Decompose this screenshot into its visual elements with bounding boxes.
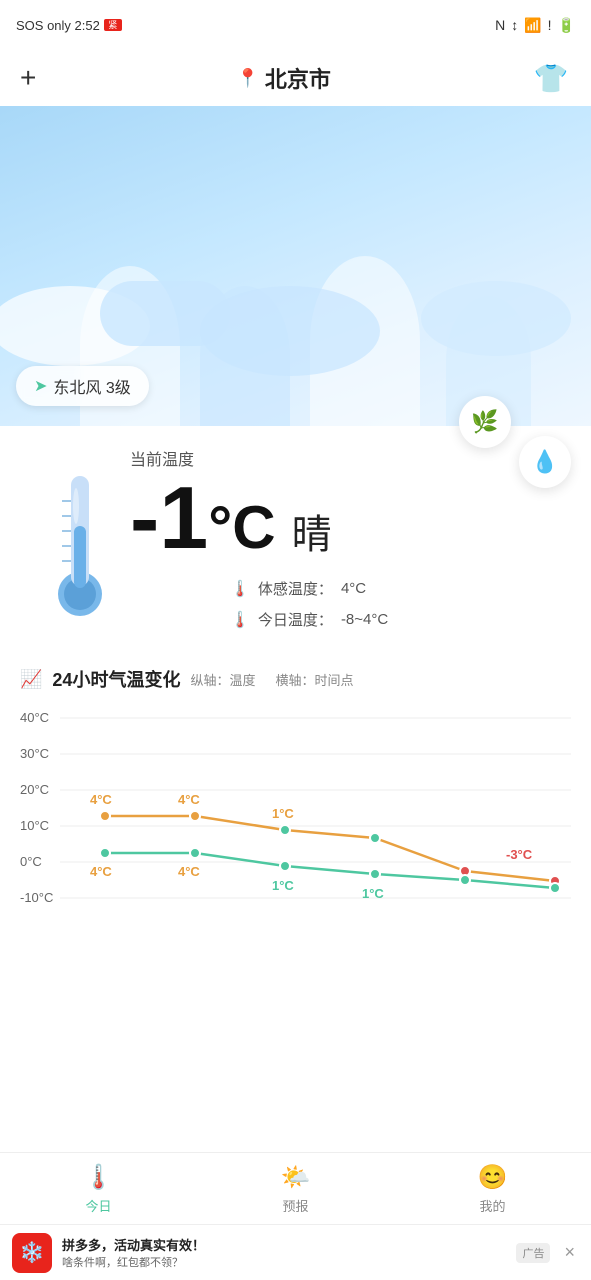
ad-icon: ❄️ (12, 1233, 52, 1273)
today-nav-icon: 🌡️ (84, 1163, 114, 1192)
ad-brand-icon: ❄️ (20, 1240, 45, 1265)
svg-text:-3°C: -3°C (506, 847, 533, 862)
temp-row: -1°C 晴 (130, 474, 571, 562)
wind-direction-icon: ➤ (34, 376, 47, 396)
weather-description: 晴 (292, 502, 332, 560)
thermometer (40, 456, 120, 621)
bottom-nav: 🌡️ 今日 🌤️ 预报 😊 我的 (0, 1152, 591, 1224)
today-nav-label: 今日 (85, 1196, 111, 1215)
chart-icon: 📈 (20, 669, 42, 690)
mine-nav-icon: 😊 (478, 1163, 508, 1192)
ad-title: 拼多多，活动真实有效！ (62, 1235, 506, 1254)
svg-text:4°C: 4°C (178, 864, 200, 879)
location-display: 📍 北京市 (236, 62, 330, 94)
cloud-4 (421, 281, 571, 356)
add-city-button[interactable]: + (20, 62, 36, 94)
mine-nav-label: 我的 (479, 1196, 505, 1215)
svg-text:4°C: 4°C (90, 792, 112, 807)
svg-text:4°C: 4°C (90, 864, 112, 879)
svg-text:10°C: 10°C (20, 818, 49, 833)
wind-badge: ➤ 东北风 3级 (16, 366, 149, 406)
svg-text:-10°C: -10°C (20, 890, 53, 905)
today-range-label: 今日温度： (258, 609, 333, 630)
svg-text:4°C: 4°C (178, 792, 200, 807)
svg-text:1°C: 1°C (362, 886, 384, 901)
city-name: 北京市 (265, 62, 331, 94)
ad-text[interactable]: 拼多多，活动真实有效！ 啥条件啊，红包都不领？ (62, 1235, 506, 1270)
today-range-icon: 🌡️ (230, 610, 250, 630)
ad-tag-label: 广告 (516, 1243, 550, 1263)
temperature-chart: 40°C 30°C 20°C 10°C 0°C -10°C 4°C 4 (20, 708, 571, 948)
today-range-row: 🌡️ 今日温度： -8~4°C (230, 609, 571, 630)
leaf-icon: 🌿 (471, 409, 498, 435)
feels-like-value: 4°C (341, 580, 366, 597)
location-icon: 📍 (236, 68, 258, 89)
feels-like-icon: 🌡️ (230, 579, 250, 599)
feels-like-label: 体感温度： (258, 578, 333, 599)
shirt-icon: 👕 (534, 62, 569, 95)
ad-close-button[interactable]: × (560, 1238, 579, 1267)
chart-area: 40°C 30°C 20°C 10°C 0°C -10°C 4°C 4 (20, 708, 571, 953)
weather-main: 🌿 💧 当前温 (0, 426, 591, 650)
top-nav: + 📍 北京市 👕 (0, 50, 591, 106)
nav-spacer (0, 969, 591, 1097)
chart-title: 24小时气温变化 (52, 666, 180, 692)
ad-banner: ❄️ 拼多多，活动真实有效！ 啥条件啊，红包都不领？ 广告 × (0, 1224, 591, 1280)
leaf-button[interactable]: 🌿 (459, 396, 511, 448)
current-temp-label: 当前温度 (130, 446, 571, 470)
svg-text:1°C: 1°C (272, 806, 294, 821)
temperature-value: -1°C (130, 474, 276, 562)
battery-icon: 🔋 (558, 17, 575, 34)
svg-text:1°C: 1°C (272, 878, 294, 893)
ad-subtitle: 啥条件啊，红包都不领？ (62, 1254, 506, 1270)
data-icon: ↕ (511, 17, 518, 33)
svg-text:40°C: 40°C (20, 710, 49, 725)
battery-alert-icon: ! (548, 17, 552, 33)
feels-like-row: 🌡️ 体感温度： 4°C (230, 578, 571, 599)
wifi-icon: 📶 (524, 17, 541, 34)
status-bar: SOS only 2:52 紧 N ↕ 📶 ! 🔋 (0, 0, 591, 50)
status-right: N ↕ 📶 ! 🔋 (495, 17, 575, 34)
x-axis-label: 横轴：时间点 (275, 670, 353, 689)
weather-main-inner: 当前温度 -1°C 晴 🌡️ 体感温度： 4°C 🌡️ 今日温度： -8~4°C (20, 446, 571, 630)
nav-item-today[interactable]: 🌡️ 今日 (84, 1163, 114, 1215)
y-axis-label: 纵轴：温度 (190, 670, 255, 689)
svg-text:30°C: 30°C (20, 746, 49, 761)
nfc-icon: N (495, 17, 505, 33)
forecast-nav-label: 预报 (282, 1196, 308, 1215)
chart-section: 📈 24小时气温变化 纵轴：温度 横轴：时间点 40°C 30°C 20°C 1… (0, 650, 591, 969)
nav-item-forecast[interactable]: 🌤️ 预报 (281, 1163, 311, 1215)
wind-info: 东北风 3级 (53, 374, 130, 398)
status-badge: 紧 (104, 19, 122, 31)
chart-header: 📈 24小时气温变化 纵轴：温度 横轴：时间点 (20, 666, 571, 692)
status-left: SOS only 2:52 紧 (16, 18, 122, 33)
status-text: SOS only 2:52 (16, 18, 100, 33)
weather-details: 🌡️ 体感温度： 4°C 🌡️ 今日温度： -8~4°C (230, 578, 571, 630)
svg-text:20°C: 20°C (20, 782, 49, 797)
hero-section: ➤ 东北风 3级 (0, 106, 591, 426)
outfit-button[interactable]: 👕 (531, 58, 571, 98)
forecast-nav-icon: 🌤️ (281, 1163, 311, 1192)
cloud-3 (200, 286, 380, 376)
thermometer-svg (40, 456, 120, 616)
svg-text:0°C: 0°C (20, 854, 42, 869)
nav-item-mine[interactable]: 😊 我的 (478, 1163, 508, 1215)
today-range-value: -8~4°C (341, 611, 388, 628)
